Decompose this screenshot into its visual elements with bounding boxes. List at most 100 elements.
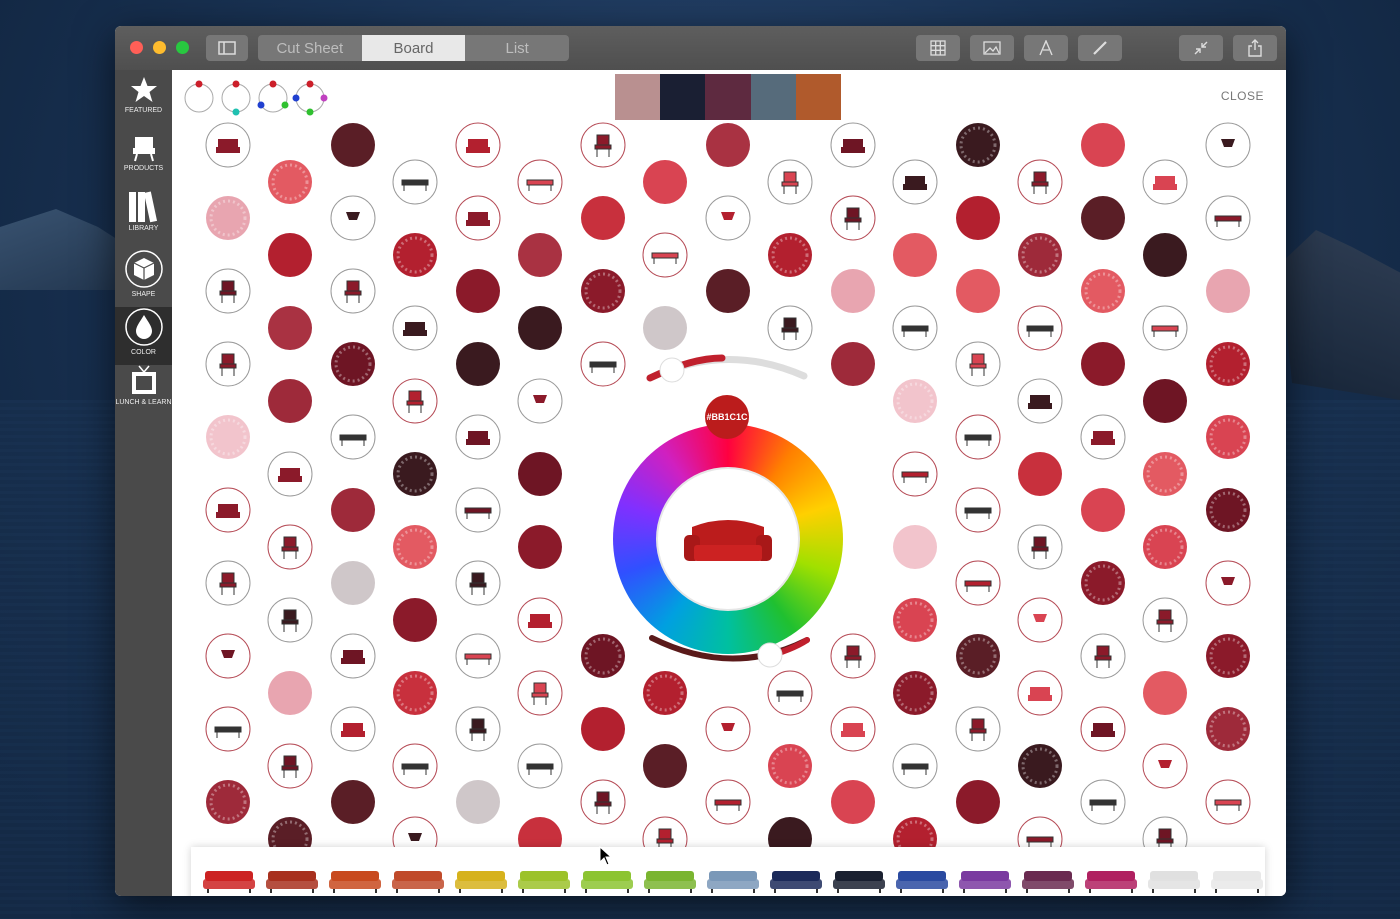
- product-tile[interactable]: [518, 233, 562, 277]
- product-tile[interactable]: [455, 414, 501, 460]
- product-tile[interactable]: [205, 268, 251, 314]
- product-tile[interactable]: [581, 196, 625, 240]
- strip-product[interactable]: [266, 871, 318, 893]
- sidebar-item-library[interactable]: LIBRARY: [115, 191, 172, 249]
- sidebar-item-products[interactable]: PRODUCTS: [115, 133, 172, 191]
- product-tile[interactable]: [956, 780, 1000, 824]
- text-button[interactable]: [1024, 35, 1068, 61]
- product-tile[interactable]: [580, 122, 626, 168]
- product-tile[interactable]: [705, 195, 751, 241]
- palette-swatch[interactable]: [795, 74, 842, 120]
- product-tile[interactable]: [1081, 269, 1125, 313]
- product-tile[interactable]: [581, 634, 625, 678]
- product-tile[interactable]: [1081, 342, 1125, 386]
- product-tile[interactable]: [830, 633, 876, 679]
- product-tile[interactable]: [392, 159, 438, 205]
- product-tile[interactable]: [205, 122, 251, 168]
- product-tile[interactable]: [1081, 561, 1125, 605]
- product-tile[interactable]: [1143, 671, 1187, 715]
- strip-product[interactable]: [455, 871, 507, 893]
- product-tile[interactable]: [268, 671, 312, 715]
- upper-slider[interactable]: [642, 348, 812, 388]
- product-tile[interactable]: [268, 306, 312, 350]
- product-tile[interactable]: [330, 633, 376, 679]
- product-tile[interactable]: [205, 560, 251, 606]
- product-tile[interactable]: [893, 379, 937, 423]
- product-tile[interactable]: [1017, 670, 1063, 716]
- product-tile[interactable]: [955, 414, 1001, 460]
- product-tile[interactable]: [455, 633, 501, 679]
- tab-list[interactable]: List: [465, 35, 569, 61]
- product-tile[interactable]: [518, 452, 562, 496]
- strip-product[interactable]: [392, 871, 444, 893]
- pen-button[interactable]: [1078, 35, 1122, 61]
- palette-swatch[interactable]: [750, 74, 796, 120]
- product-tile[interactable]: [1081, 488, 1125, 532]
- strip-product[interactable]: [644, 871, 696, 893]
- product-tile[interactable]: [1017, 597, 1063, 643]
- product-tile[interactable]: [705, 706, 751, 752]
- product-tile[interactable]: [330, 706, 376, 752]
- sidebar-item-lunch-learn[interactable]: LUNCH & LEARN: [115, 365, 172, 423]
- product-tile[interactable]: [268, 379, 312, 423]
- product-tile[interactable]: [330, 414, 376, 460]
- strip-product[interactable]: [1022, 871, 1074, 893]
- product-tile[interactable]: [1081, 196, 1125, 240]
- product-tile[interactable]: [268, 233, 312, 277]
- product-tile[interactable]: [331, 488, 375, 532]
- palette-swatch[interactable]: [660, 74, 706, 120]
- product-tile[interactable]: [768, 233, 812, 277]
- product-tile[interactable]: [893, 525, 937, 569]
- product-tile[interactable]: [830, 122, 876, 168]
- product-tile[interactable]: [1206, 269, 1250, 313]
- product-tile[interactable]: [1017, 524, 1063, 570]
- product-tile[interactable]: [1080, 779, 1126, 825]
- grid-button[interactable]: [916, 35, 960, 61]
- product-tile[interactable]: [267, 743, 313, 789]
- product-tile[interactable]: [1143, 379, 1187, 423]
- product-tile[interactable]: [1080, 706, 1126, 752]
- product-tile[interactable]: [1143, 233, 1187, 277]
- product-tile[interactable]: [393, 233, 437, 277]
- product-tile[interactable]: [1142, 597, 1188, 643]
- product-tile[interactable]: [455, 706, 501, 752]
- product-tile[interactable]: [706, 269, 750, 313]
- sidebar-item-featured[interactable]: FEATURED: [115, 75, 172, 133]
- product-tile[interactable]: [455, 122, 501, 168]
- product-tile[interactable]: [517, 159, 563, 205]
- product-tile[interactable]: [455, 195, 501, 241]
- product-tile[interactable]: [643, 306, 687, 350]
- product-tile[interactable]: [1017, 305, 1063, 351]
- product-tile[interactable]: [1080, 414, 1126, 460]
- strip-product[interactable]: [329, 871, 381, 893]
- product-tile[interactable]: [268, 160, 312, 204]
- product-tile[interactable]: [768, 744, 812, 788]
- product-tile[interactable]: [393, 671, 437, 715]
- product-tile[interactable]: [1081, 123, 1125, 167]
- product-tile[interactable]: [767, 159, 813, 205]
- product-tile[interactable]: [1205, 779, 1251, 825]
- hex-badge[interactable]: #BB1C1C: [705, 395, 749, 439]
- collapse-button[interactable]: [1179, 35, 1223, 61]
- product-tile[interactable]: [1018, 744, 1062, 788]
- product-tile[interactable]: [1142, 743, 1188, 789]
- product-tile[interactable]: [893, 233, 937, 277]
- product-tile[interactable]: [331, 342, 375, 386]
- strip-product[interactable]: [203, 871, 255, 893]
- product-tile[interactable]: [206, 415, 250, 459]
- product-tile[interactable]: [267, 451, 313, 497]
- strip-product[interactable]: [1211, 871, 1263, 893]
- strip-product[interactable]: [959, 871, 1011, 893]
- product-tile[interactable]: [205, 341, 251, 387]
- product-tile[interactable]: [580, 341, 626, 387]
- strip-product[interactable]: [1085, 871, 1137, 893]
- product-tile[interactable]: [956, 196, 1000, 240]
- product-tile[interactable]: [955, 560, 1001, 606]
- product-tile[interactable]: [206, 196, 250, 240]
- product-tile[interactable]: [956, 634, 1000, 678]
- product-tile[interactable]: [1143, 452, 1187, 496]
- product-tile[interactable]: [642, 232, 688, 278]
- strip-product[interactable]: [581, 871, 633, 893]
- sidebar-item-shape[interactable]: SHAPE: [115, 249, 172, 307]
- product-tile[interactable]: [1142, 305, 1188, 351]
